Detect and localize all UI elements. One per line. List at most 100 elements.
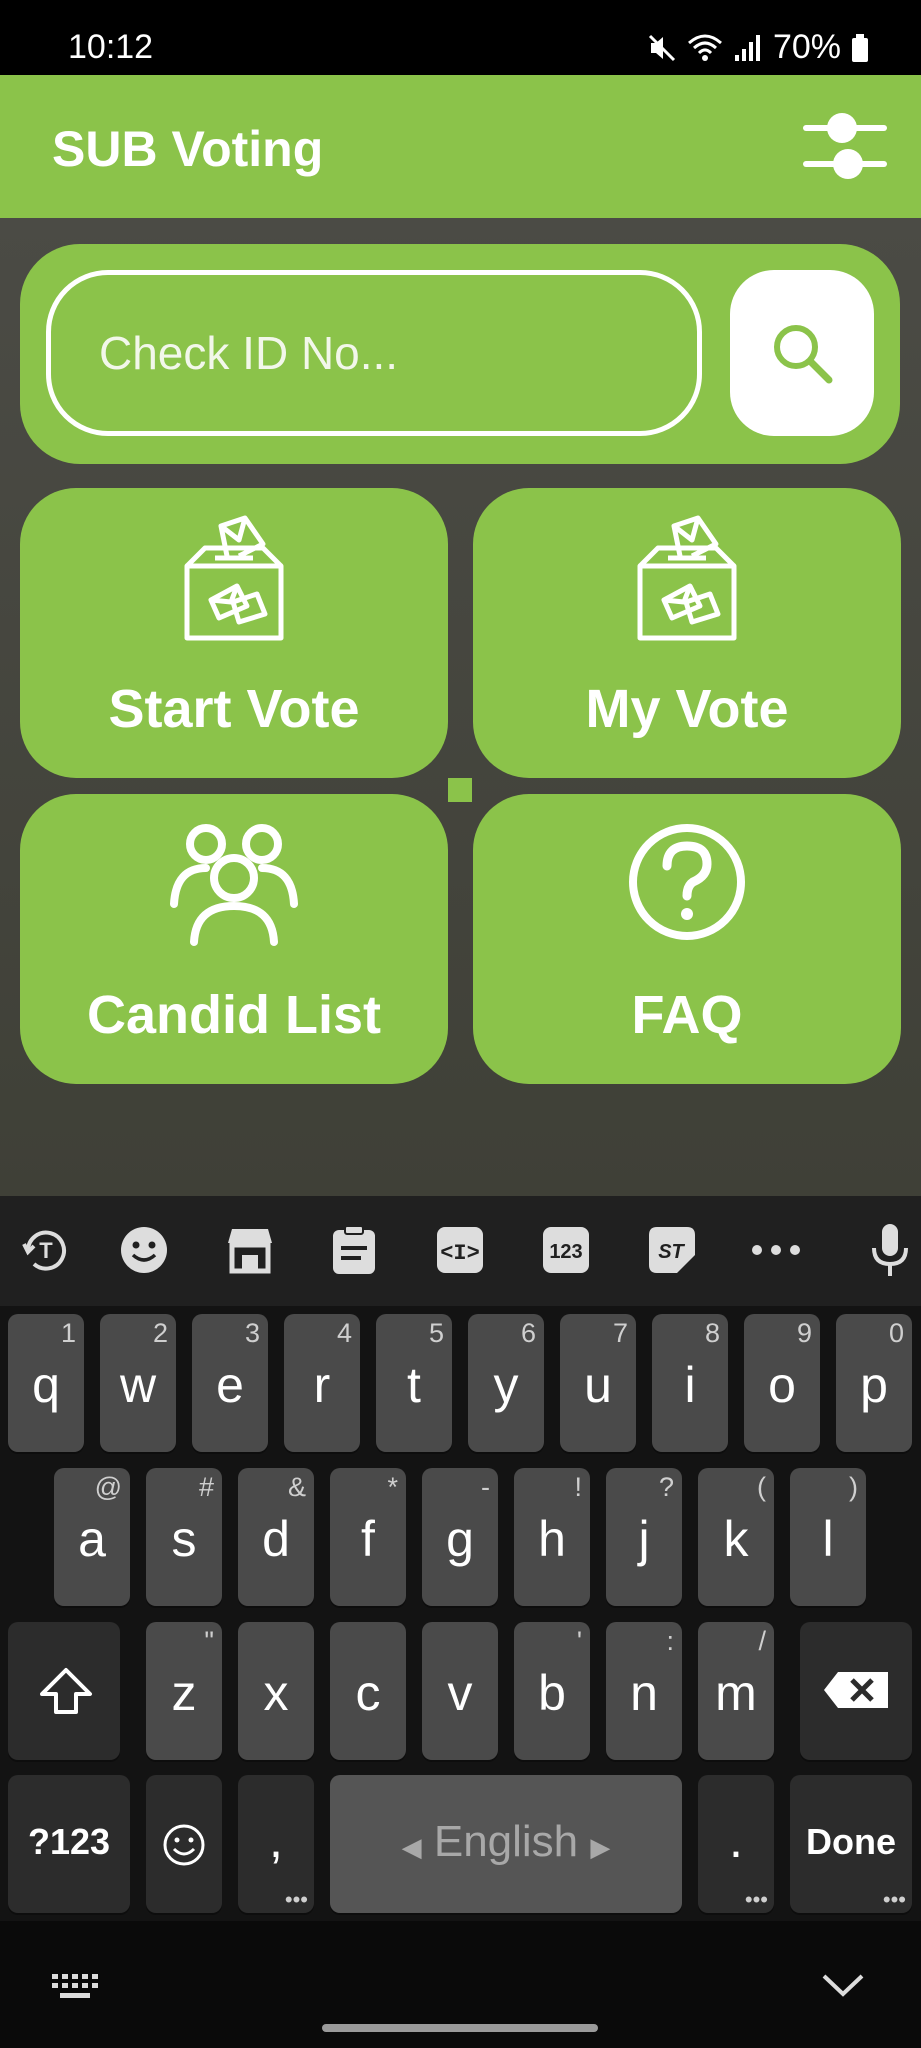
comma-key[interactable]: , ••• <box>238 1775 314 1913</box>
key-label: l <box>822 1511 834 1567</box>
my-vote-tile[interactable]: My Vote <box>473 488 901 778</box>
key-secondary-label: & <box>287 1472 306 1502</box>
keyboard-switch-button[interactable] <box>50 1972 98 2007</box>
faq-tile[interactable]: FAQ <box>473 794 901 1084</box>
key-secondary-label: # <box>198 1472 214 1502</box>
start-vote-label: Start Vote <box>108 679 360 739</box>
key-label: i <box>684 1357 696 1413</box>
key-d[interactable]: d & <box>238 1468 314 1606</box>
key-j[interactable]: j? <box>606 1468 682 1606</box>
id-search-input[interactable] <box>46 270 702 436</box>
sliders-icon <box>803 113 887 179</box>
key-e[interactable]: e3 <box>192 1314 268 1452</box>
left-arrow-icon: ◀ <box>401 1832 422 1862</box>
key-label: f <box>361 1511 375 1567</box>
key-s[interactable]: s # <box>146 1468 222 1606</box>
more-icon[interactable] <box>748 1222 804 1278</box>
key-secondary-label: 2 <box>152 1318 168 1348</box>
svg-text:<I>: <I> <box>440 1241 480 1266</box>
keyboard-icon <box>52 1974 98 1998</box>
key-secondary-label: 8 <box>704 1318 720 1348</box>
key-secondary-label: @ <box>94 1472 122 1502</box>
key-g[interactable]: g- <box>422 1468 498 1606</box>
key-w[interactable]: w2 <box>100 1314 176 1452</box>
key-secondary-label: 9 <box>796 1318 812 1348</box>
key-label: h <box>538 1511 566 1567</box>
store-icon[interactable] <box>222 1222 278 1278</box>
faq-label: FAQ <box>631 985 743 1045</box>
key-secondary-label: - <box>481 1472 490 1502</box>
settings-sliders-button[interactable] <box>800 106 890 186</box>
key-v[interactable]: v <box>422 1622 498 1760</box>
key-l[interactable]: l) <box>790 1468 866 1606</box>
key-k[interactable]: k( <box>698 1468 774 1606</box>
shift-icon <box>40 1668 92 1714</box>
translate-icon[interactable]: T <box>18 1222 74 1278</box>
app-title: SUB Voting <box>52 121 324 177</box>
wifi-icon <box>687 34 722 61</box>
backspace-icon <box>824 1672 888 1708</box>
start-vote-tile[interactable]: Start Vote <box>20 488 448 778</box>
key-r[interactable]: r4 <box>284 1314 360 1452</box>
ballot-box-icon <box>473 514 901 644</box>
key-secondary-label: 0 <box>888 1318 904 1348</box>
mic-icon[interactable] <box>862 1222 918 1278</box>
stickers-icon[interactable]: ST <box>644 1222 700 1278</box>
key-label: n <box>630 1665 658 1721</box>
clipboard-icon[interactable] <box>326 1222 382 1278</box>
space-key[interactable]: ◀ English ▶ <box>330 1775 682 1913</box>
symbols-key[interactable]: ?123 <box>8 1775 130 1913</box>
key-b[interactable]: b ' <box>514 1622 590 1760</box>
search-icon <box>774 325 833 384</box>
candid-list-label: Candid List <box>87 985 381 1045</box>
backspace-key[interactable] <box>800 1622 912 1760</box>
key-x[interactable]: x <box>238 1622 314 1760</box>
key-m[interactable]: m / <box>698 1622 774 1760</box>
more-dots: ••• <box>284 1887 308 1912</box>
done-key[interactable]: Done ••• <box>790 1775 912 1913</box>
home-indicator[interactable] <box>322 2024 598 2032</box>
key-i[interactable]: i8 <box>652 1314 728 1452</box>
key-o[interactable]: o9 <box>744 1314 820 1452</box>
key-u[interactable]: u7 <box>560 1314 636 1452</box>
status-time: 10:12 <box>68 28 154 66</box>
emoji-key[interactable] <box>146 1775 222 1913</box>
key-secondary-label: ( <box>757 1472 766 1502</box>
key-z[interactable]: z " <box>146 1622 222 1760</box>
key-h[interactable]: h! <box>514 1468 590 1606</box>
key-q[interactable]: q1 <box>8 1314 84 1452</box>
key-secondary-label: 5 <box>428 1318 444 1348</box>
key-label: d <box>262 1511 290 1567</box>
shift-key[interactable] <box>8 1622 120 1760</box>
key-c[interactable]: c <box>330 1622 406 1760</box>
numpad-icon[interactable]: 123 <box>538 1222 594 1278</box>
key-secondary-label: 4 <box>336 1318 352 1348</box>
my-vote-label: My Vote <box>585 679 789 739</box>
key-label: j <box>638 1511 650 1567</box>
question-circle-icon <box>473 822 901 942</box>
smiley-icon <box>163 1824 205 1866</box>
key-f[interactable]: f * <box>330 1468 406 1606</box>
key-a[interactable]: a @ <box>54 1468 130 1606</box>
more-dots: ••• <box>744 1887 768 1912</box>
svg-text:123: 123 <box>549 1241 582 1263</box>
candid-list-tile[interactable]: Candid List <box>20 794 448 1084</box>
search-button[interactable] <box>730 270 874 436</box>
key-label: z <box>171 1665 197 1721</box>
key-label: v <box>447 1665 473 1721</box>
key-t[interactable]: t5 <box>376 1314 452 1452</box>
key-label: u <box>584 1357 612 1413</box>
key-secondary-label: 1 <box>60 1318 76 1348</box>
hide-keyboard-button[interactable] <box>820 1972 866 2005</box>
emoji-icon[interactable] <box>116 1222 172 1278</box>
key-n[interactable]: n: <box>606 1622 682 1760</box>
key-y[interactable]: y6 <box>468 1314 544 1452</box>
key-label: k <box>723 1511 749 1567</box>
text-edit-icon[interactable]: <I> <box>432 1222 488 1278</box>
chevron-down-icon <box>822 1974 864 1997</box>
key-p[interactable]: p0 <box>836 1314 912 1452</box>
done-key-label: Done <box>806 1821 896 1862</box>
key-label: w <box>119 1357 157 1413</box>
svg-text:ST: ST <box>658 1241 685 1263</box>
period-key[interactable]: . ••• <box>698 1775 774 1913</box>
